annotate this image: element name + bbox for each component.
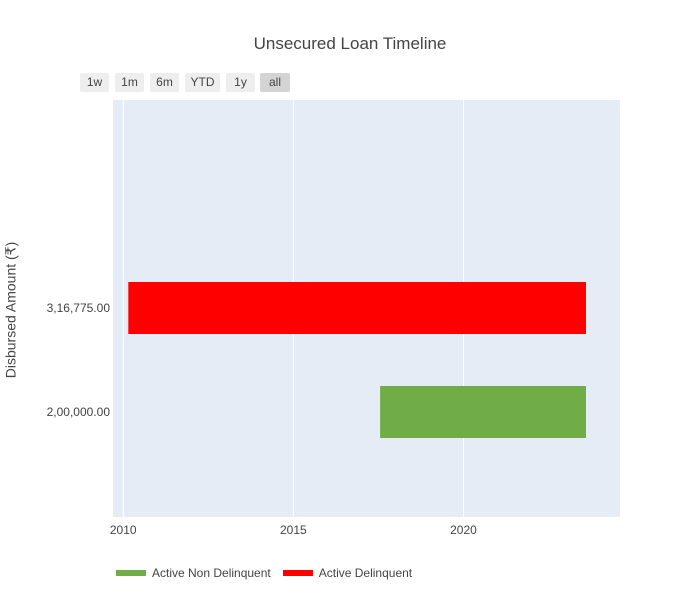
legend-item-active-non-delinquent[interactable]: Active Non Delinquent (116, 566, 271, 580)
chart-plot: 2010 2015 2020 2,00,000.00 3,16,775.00 (47, 100, 620, 537)
legend-label: Active Non Delinquent (152, 566, 271, 580)
timeline-bar[interactable] (128, 282, 586, 334)
legend-item-active-delinquent[interactable]: Active Delinquent (282, 566, 413, 580)
y-tick-label: 3,16,775.00 (47, 301, 111, 315)
x-tick-label: 2010 (110, 523, 137, 537)
legend: Active Non Delinquent Active Delinquent (116, 566, 424, 580)
x-tick-label: 2020 (450, 523, 477, 537)
timeline-bar[interactable] (380, 386, 586, 438)
x-tick-label: 2015 (280, 523, 307, 537)
y-tick-label: 2,00,000.00 (47, 405, 111, 419)
legend-swatch-red (282, 570, 313, 576)
legend-label: Active Delinquent (318, 566, 413, 580)
legend-swatch-green (116, 570, 146, 576)
